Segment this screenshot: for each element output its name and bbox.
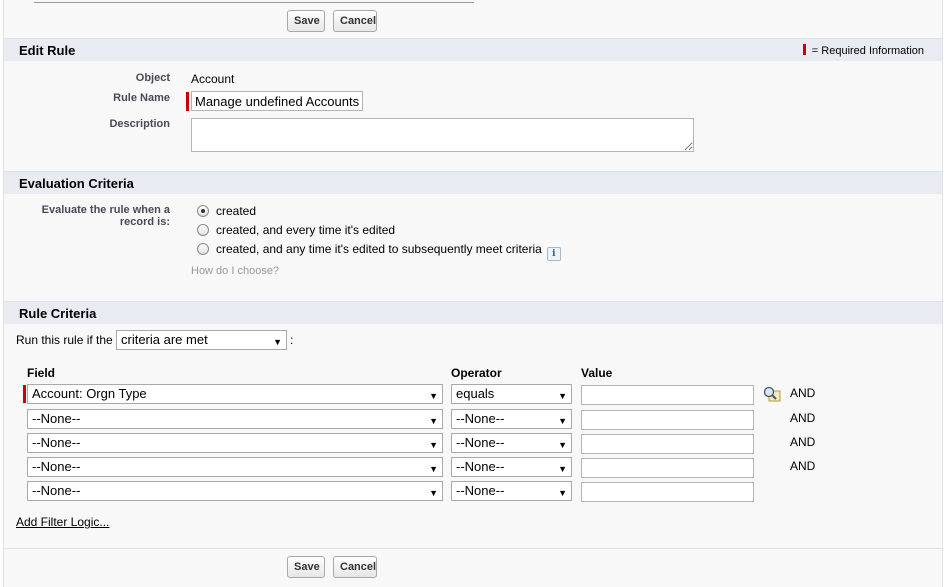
info-icon[interactable]: i (546, 247, 561, 261)
radio-created-meet-criteria[interactable]: created, and any time it's edited to sub… (197, 242, 561, 261)
and-label-row3: AND (790, 435, 816, 449)
chevron-down-icon: ▼ (558, 416, 567, 426)
radio-created[interactable]: created (197, 204, 256, 218)
value-column-header: Value (581, 366, 613, 380)
edit-rule-title: Edit Rule (19, 43, 76, 58)
rule-name-label: Rule Name (113, 92, 170, 104)
evaluate-prompt-line1: Evaluate the rule when a (41, 204, 170, 216)
field-select-value: --None-- (32, 483, 81, 498)
rule-edit-page: Save Cancel Edit Rule = Required Informa… (3, 0, 943, 587)
rule-name-required-marker (186, 92, 189, 111)
radio-meet-criteria-label: created, and any time it's edited to sub… (216, 242, 542, 256)
and-label-row4: AND (790, 459, 816, 473)
object-value: Account (191, 72, 235, 86)
value-input-row5[interactable] (581, 482, 754, 502)
value-input-row1[interactable] (581, 385, 754, 405)
operator-select-value: --None-- (456, 435, 505, 450)
radio-created-label: created (216, 204, 257, 218)
evaluate-prompt: Evaluate the rule when a record is: (42, 204, 170, 228)
required-bar-icon (802, 44, 806, 55)
chevron-down-icon: ▼ (429, 416, 438, 426)
operator-select-row5[interactable]: --None-- ▼ (451, 481, 572, 501)
operator-select-value: --None-- (456, 483, 505, 498)
run-rule-suffix: : (290, 333, 294, 347)
operator-select-value: equals (456, 386, 495, 401)
chevron-down-icon: ▼ (273, 337, 282, 347)
rule-criteria-header: Rule Criteria (4, 301, 942, 324)
value-input-row4[interactable] (581, 458, 754, 478)
add-filter-logic-link[interactable]: Add Filter Logic... (16, 515, 109, 529)
value-input-row2[interactable] (581, 410, 754, 430)
radio-button[interactable] (197, 243, 209, 255)
field-select-value: --None-- (32, 411, 81, 426)
radio-created-every-edit[interactable]: created, and every time it's edited (197, 223, 395, 237)
rule-name-input[interactable] (191, 91, 363, 111)
top-button-bar: Save Cancel (4, 0, 942, 36)
field-select-value: Account: Orgn Type (32, 386, 147, 401)
field-select-value: --None-- (32, 459, 81, 474)
chevron-down-icon: ▼ (429, 464, 438, 474)
chevron-down-icon: ▼ (429, 440, 438, 450)
run-rule-label: Run this rule if the (16, 333, 113, 347)
evaluation-criteria-title: Evaluation Criteria (19, 176, 134, 191)
field-select-value: --None-- (32, 435, 81, 450)
object-label: Object (135, 72, 170, 84)
field-select-row5[interactable]: --None-- ▼ (27, 481, 443, 501)
field-select-row1[interactable]: Account: Orgn Type ▼ (27, 384, 443, 404)
lookup-icon[interactable] (763, 386, 781, 402)
operator-select-row1[interactable]: equals ▼ (451, 384, 572, 404)
operator-select-row2[interactable]: --None-- ▼ (451, 409, 572, 429)
operator-select-row3[interactable]: --None-- ▼ (451, 433, 572, 453)
description-label: Description (109, 118, 170, 130)
evaluate-prompt-line2: record is: (119, 216, 170, 228)
cancel-button-bottom[interactable]: Cancel (333, 556, 377, 578)
field-select-row3[interactable]: --None-- ▼ (27, 433, 443, 453)
radio-button[interactable] (197, 224, 209, 236)
chevron-down-icon: ▼ (558, 440, 567, 450)
required-legend-text: = Required Information (811, 45, 924, 57)
bottom-button-bar: Save Cancel (4, 548, 942, 584)
save-button-bottom[interactable]: Save (287, 556, 325, 578)
chevron-down-icon: ▼ (429, 391, 438, 401)
value-input-row3[interactable] (581, 434, 754, 454)
how-do-i-choose-link[interactable]: How do I choose? (191, 265, 279, 277)
operator-column-header: Operator (451, 366, 502, 380)
criteria-select-value: criteria are met (121, 332, 208, 347)
rule-criteria-title: Rule Criteria (19, 306, 97, 321)
chevron-down-icon: ▼ (558, 391, 567, 401)
chevron-down-icon: ▼ (429, 488, 438, 498)
field-select-row2[interactable]: --None-- ▼ (27, 409, 443, 429)
edit-rule-header: Edit Rule = Required Information (4, 38, 942, 61)
operator-select-row4[interactable]: --None-- ▼ (451, 457, 572, 477)
operator-select-value: --None-- (456, 411, 505, 426)
and-label-row2: AND (790, 411, 816, 425)
and-label-row1: AND (790, 386, 816, 400)
chevron-down-icon: ▼ (558, 464, 567, 474)
description-textarea[interactable] (191, 118, 694, 152)
field-required-marker (23, 385, 26, 403)
field-column-header: Field (27, 366, 56, 380)
criteria-select[interactable]: criteria are met ▼ (116, 330, 287, 350)
required-legend: = Required Information (802, 44, 924, 57)
radio-button-selected[interactable] (197, 205, 209, 217)
evaluation-criteria-header: Evaluation Criteria (4, 171, 942, 194)
operator-select-value: --None-- (456, 459, 505, 474)
cancel-button-top[interactable]: Cancel (333, 10, 377, 32)
radio-every-edit-label: created, and every time it's edited (216, 223, 396, 237)
save-button-top[interactable]: Save (287, 10, 325, 32)
chevron-down-icon: ▼ (558, 488, 567, 498)
field-select-row4[interactable]: --None-- ▼ (27, 457, 443, 477)
